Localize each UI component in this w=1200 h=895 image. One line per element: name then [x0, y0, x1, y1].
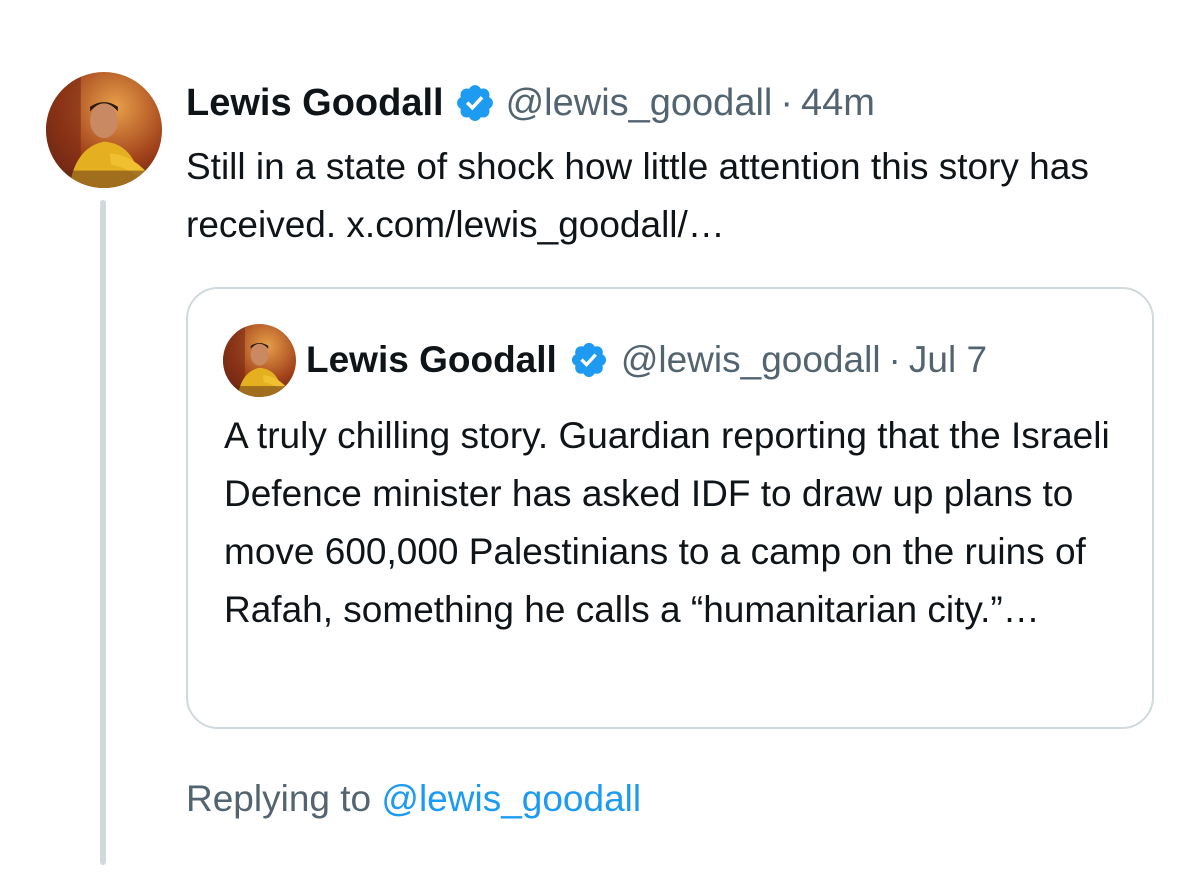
verified-badge-icon — [569, 340, 609, 380]
replying-to-mention-link[interactable]: @lewis_goodall — [381, 778, 641, 819]
quoted-author-avatar — [223, 324, 296, 397]
separator-dot: · — [780, 81, 793, 124]
quoted-author-handle: @lewis_goodall — [620, 339, 881, 380]
replying-to-label: Replying to — [186, 778, 382, 819]
replying-to-context: Replying to @lewis_goodall — [186, 778, 641, 820]
quoted-tweet-header: Lewis Goodall @lewis_goodall · Jul 7 — [306, 335, 987, 385]
quoted-tweet-text: A truly chilling story. Guardian reporti… — [224, 415, 1110, 630]
thread-connector-line — [100, 200, 106, 865]
tweet-timestamp[interactable]: 44m — [801, 82, 875, 125]
author-handle[interactable]: @lewis_goodall — [506, 82, 773, 125]
author-avatar-image — [46, 72, 162, 188]
separator-dot: · — [888, 339, 901, 380]
author-name[interactable]: Lewis Goodall — [186, 82, 444, 125]
quoted-author-avatar-image — [223, 324, 296, 397]
tweet-link[interactable]: x.com/lewis_goodall/… — [346, 204, 724, 245]
verified-badge-icon — [454, 82, 496, 124]
quoted-tweet-timestamp: Jul 7 — [908, 339, 988, 380]
tweet-text: Still in a state of shock how little att… — [186, 138, 1146, 254]
author-avatar[interactable] — [46, 72, 162, 188]
quoted-tweet-card[interactable]: Lewis Goodall @lewis_goodall · Jul 7 A t… — [186, 287, 1154, 729]
quoted-author-name: Lewis Goodall — [306, 339, 557, 380]
tweet-header: Lewis Goodall @lewis_goodall · 44m — [186, 78, 875, 128]
